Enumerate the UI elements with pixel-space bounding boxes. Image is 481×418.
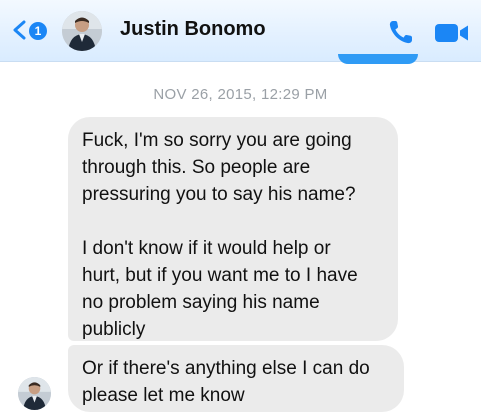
previous-sent-message	[338, 54, 418, 64]
message-timestamp: NOV 26, 2015, 12:29 PM	[153, 86, 328, 103]
received-message-bubble[interactable]: Fuck, I'm so sorry you are going through…	[68, 117, 398, 341]
phone-icon[interactable]	[387, 18, 415, 46]
video-camera-icon[interactable]	[434, 21, 470, 45]
chat-header: 1 Justin Bonomo	[0, 0, 481, 62]
contact-avatar[interactable]	[62, 11, 102, 51]
sender-avatar[interactable]	[18, 377, 51, 410]
received-message-bubble[interactable]: Or if there's anything else I can do ple…	[68, 345, 404, 412]
message-text: Fuck, I'm so sorry you are going through…	[82, 130, 356, 205]
chevron-left-icon[interactable]	[11, 20, 27, 40]
message-text: Or if there's anything else I can do ple…	[82, 358, 370, 406]
paragraph-break	[82, 208, 384, 235]
unread-badge[interactable]: 1	[29, 22, 47, 40]
message-text: I don't know if it would help or hurt, b…	[82, 238, 358, 340]
contact-name[interactable]: Justin Bonomo	[120, 18, 266, 41]
